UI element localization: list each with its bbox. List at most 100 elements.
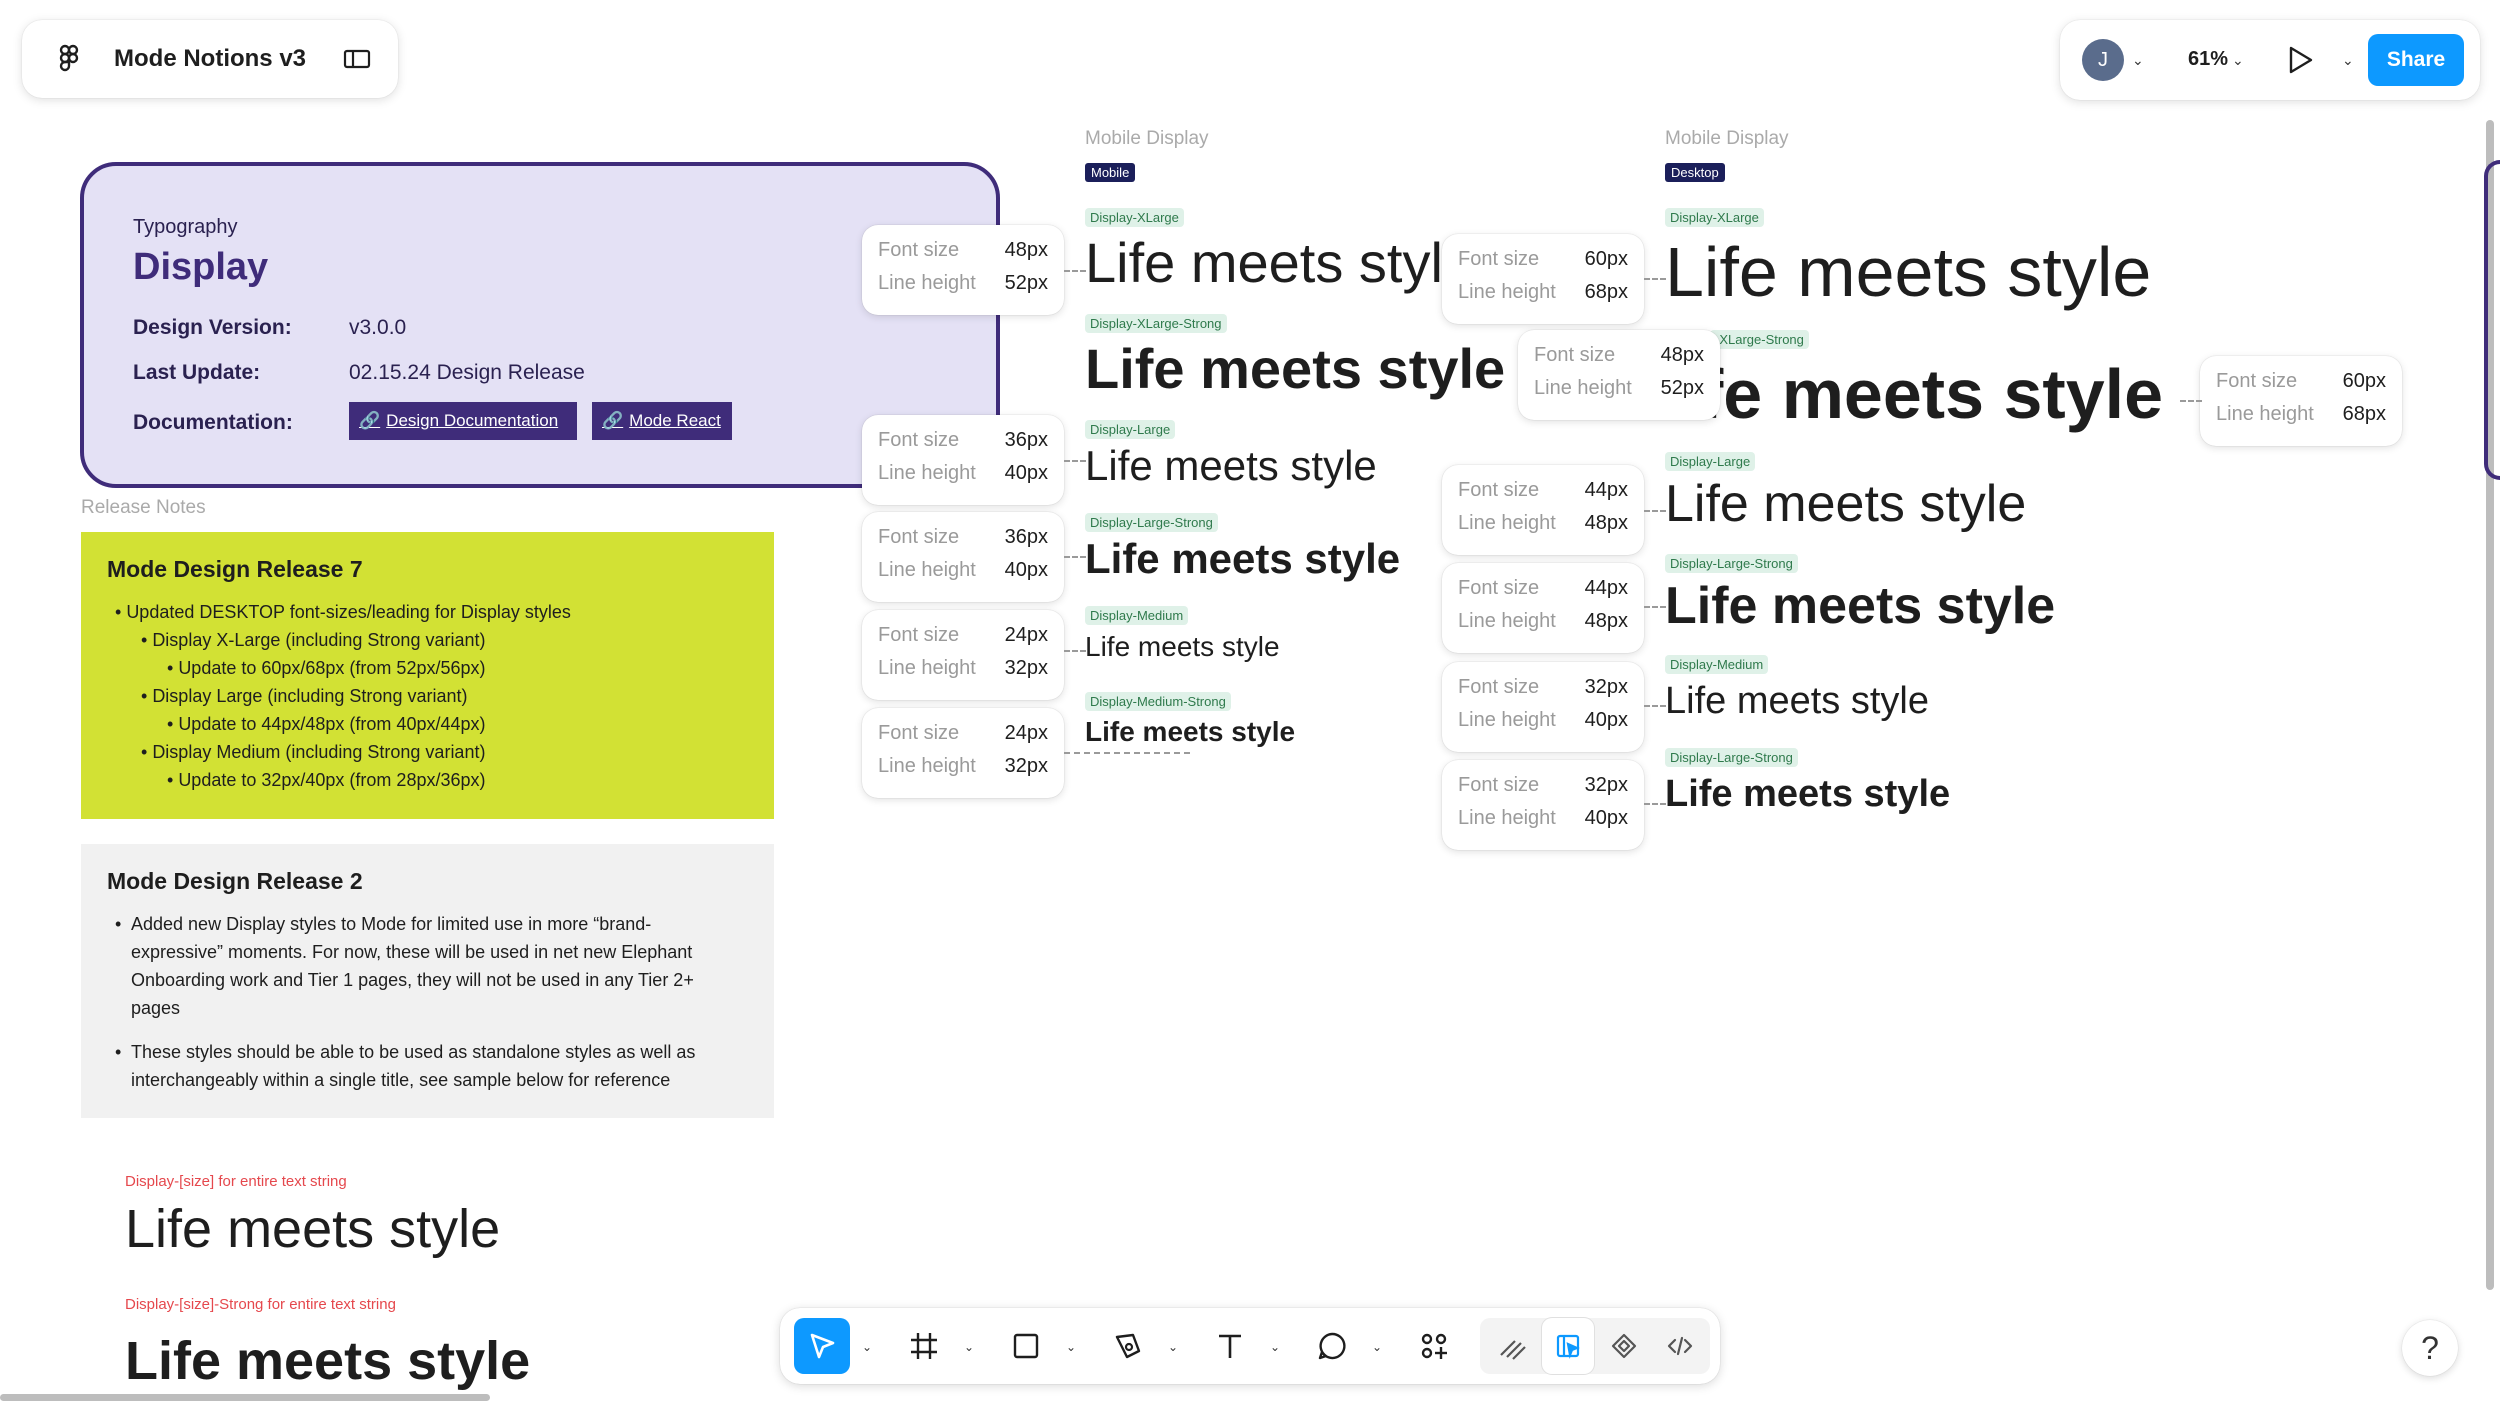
chevron-down-icon[interactable]: ⌄	[1270, 1340, 1280, 1354]
list-item: • Display Large (including Strong varian…	[141, 686, 468, 706]
card-title: Display	[133, 246, 269, 288]
link-icon: 🔗	[359, 411, 381, 430]
text-icon	[1219, 1334, 1241, 1358]
design-mode-tool[interactable]	[1542, 1318, 1594, 1374]
comment-icon	[1318, 1332, 1346, 1360]
spec-card: Font size 60px Line height 68px	[2200, 356, 2402, 446]
draw-icon	[1500, 1340, 1526, 1360]
chevron-down-icon[interactable]: ⌄	[964, 1340, 974, 1354]
spec-card: Font size 48px Line height 52px	[862, 225, 1064, 315]
release-2-title: Mode Design Release 2	[107, 868, 363, 894]
style-tag: Display-XLarge	[1085, 208, 1184, 227]
style-tag: Display-Medium-Strong	[1085, 692, 1231, 711]
spec-card: Font size 44px Line height 48px	[1442, 465, 1644, 555]
file-title[interactable]: Mode Notions v3	[114, 45, 306, 73]
shape-tool[interactable]	[998, 1318, 1054, 1374]
sample-text-strong: Life meets style	[1085, 337, 1506, 400]
sample-note: Display-[size] for entire text string	[125, 1173, 347, 1190]
list-item: • Display Medium (including Strong varia…	[141, 742, 486, 762]
move-tool[interactable]	[794, 1318, 850, 1374]
documentation-label: Documentation:	[133, 411, 293, 434]
design-mode-icon	[1556, 1334, 1580, 1359]
list-item: • Display X-Large (including Strong vari…	[141, 630, 486, 650]
zoom-level[interactable]: 61%	[2188, 48, 2228, 71]
avatar[interactable]: J	[2082, 39, 2124, 81]
desktop-display-heading: Mobile Display	[1665, 128, 1789, 149]
sample-note: Display-[size]-Strong for entire text st…	[125, 1296, 396, 1313]
rectangle-icon	[1013, 1333, 1039, 1359]
sample-text-strong: Life meets style	[1665, 577, 2056, 635]
sample-text-strong: Life meets style	[1085, 716, 1296, 747]
draw-tool[interactable]	[1486, 1318, 1538, 1374]
style-tag: Display-Medium	[1085, 606, 1189, 625]
horizontal-scrollbar[interactable]	[0, 1394, 490, 1401]
release-notes-label: Release Notes	[81, 497, 206, 518]
spec-card: Font size 60px Line height 68px	[1442, 234, 1644, 324]
style-tag: Display-XLarge-Strong	[1085, 314, 1227, 333]
link-icon: 🔗	[602, 411, 624, 430]
comment-tool[interactable]	[1304, 1318, 1360, 1374]
connector-line	[1644, 803, 1666, 805]
sample-text: Life meets style	[1665, 680, 1929, 722]
chevron-down-icon[interactable]: ⌄	[2232, 52, 2244, 69]
style-tag: Display-Medium	[1665, 655, 1769, 674]
list-item: • Update to 32px/40px (from 28px/36px)	[167, 770, 486, 790]
prototype-tool[interactable]	[1598, 1318, 1650, 1374]
spec-card: Font size 32px Line height 40px	[1442, 662, 1644, 752]
mobile-badge: Mobile	[1085, 163, 1136, 182]
present-play-icon[interactable]	[2282, 42, 2318, 78]
style-tag: Display-XLarge	[1665, 208, 1764, 227]
figma-logo-icon[interactable]	[52, 42, 86, 76]
actions-tool[interactable]	[1406, 1318, 1462, 1374]
mode-react-link[interactable]: 🔗 Mode React	[592, 402, 732, 440]
desktop-badge: Desktop	[1665, 163, 1725, 182]
sample-text-strong: Life meets style	[1665, 773, 1951, 815]
design-version-label: Design Version:	[133, 316, 292, 339]
list-item: • Updated DESKTOP font-sizes/leading for…	[115, 602, 571, 622]
last-update-value: 02.15.24 Design Release	[349, 361, 585, 384]
components-icon	[1421, 1333, 1447, 1359]
code-icon	[1667, 1336, 1693, 1356]
connector-line	[1644, 705, 1666, 707]
sample-text: Life meets style	[1085, 231, 1445, 294]
chevron-down-icon[interactable]: ⌄	[1066, 1340, 1076, 1354]
help-button[interactable]: ?	[2402, 1320, 2458, 1376]
pen-tool[interactable]	[1100, 1318, 1156, 1374]
chevron-down-icon[interactable]: ⌄	[1372, 1340, 1382, 1354]
chevron-down-icon[interactable]: ⌄	[2342, 52, 2354, 69]
sample-text: Life meets style	[1665, 475, 2027, 533]
list-item: • Update to 60px/68px (from 52px/56px)	[167, 658, 486, 678]
frame-tool[interactable]	[896, 1318, 952, 1374]
mobile-display-heading: Mobile Display	[1085, 128, 1209, 149]
design-documentation-link[interactable]: 🔗 Design Documentation	[349, 402, 577, 440]
list-item: • Update to 44px/48px (from 40px/44px)	[167, 714, 486, 734]
card-kicker: Typography	[133, 216, 238, 238]
chevron-down-icon[interactable]: ⌄	[862, 1340, 872, 1354]
share-button[interactable]: Share	[2368, 34, 2464, 86]
style-tag: -XLarge-Strong	[1710, 330, 1809, 349]
style-tag: Display-Large	[1665, 452, 1756, 471]
dev-mode-tool[interactable]	[1654, 1318, 1706, 1374]
connector-line	[1644, 278, 1666, 280]
sample-text-strong: fe meets style	[1700, 355, 2164, 433]
sidebar-toggle-icon[interactable]	[342, 46, 372, 72]
connector-line	[1064, 556, 1086, 558]
list-item: • These styles should be able to be used …	[115, 1042, 696, 1090]
spec-card: Font size 32px Line height 40px	[1442, 760, 1644, 850]
frame-icon	[911, 1333, 937, 1359]
spec-card: Font size 24px Line height 32px	[862, 610, 1064, 700]
style-tag: Display-Large	[1085, 420, 1176, 439]
connector-line	[1064, 752, 1190, 754]
chevron-down-icon[interactable]: ⌄	[1168, 1340, 1178, 1354]
text-tool[interactable]	[1202, 1318, 1258, 1374]
prototype-icon	[1611, 1333, 1637, 1359]
sample-text: Life meets style	[125, 1199, 501, 1259]
spec-card: Font size 44px Line height 48px	[1442, 563, 1644, 653]
style-tag: Display-Large-Strong	[1085, 513, 1218, 532]
style-tag: Display-Large-Strong	[1665, 554, 1798, 573]
chevron-down-icon[interactable]: ⌄	[2132, 52, 2144, 69]
design-version-value: v3.0.0	[349, 316, 407, 339]
top-right-panel: J ⌄ 61% ⌄ ⌄ Share	[2060, 20, 2480, 100]
connector-line	[1064, 460, 1086, 462]
file-panel: Mode Notions v3	[22, 20, 398, 98]
